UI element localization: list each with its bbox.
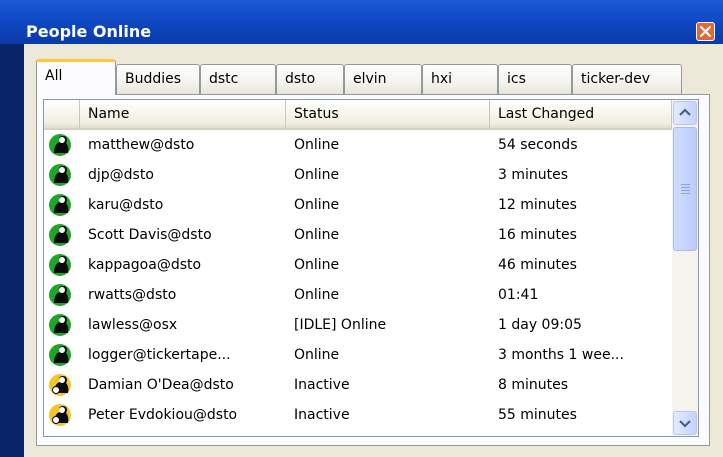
tab-label: Buddies bbox=[125, 71, 182, 87]
cell-last-changed: 12 minutes bbox=[498, 197, 577, 213]
table-row[interactable]: karu@dsto Online 12 minutes bbox=[44, 190, 672, 220]
table-row[interactable]: djp@dsto Online 3 minutes bbox=[44, 160, 672, 190]
table-row[interactable]: logger@tickertape... Online 3 months 1 w… bbox=[44, 340, 672, 370]
column-header-status[interactable]: Status bbox=[286, 100, 490, 128]
cell-name: djp@dsto bbox=[88, 167, 154, 183]
online-person-icon bbox=[49, 344, 71, 366]
window-title: People Online bbox=[26, 22, 152, 41]
title-bar[interactable]: People Online bbox=[0, 0, 723, 44]
list-header: Name Status Last Changed bbox=[44, 100, 672, 130]
online-person-icon bbox=[49, 314, 71, 336]
tab-buddies[interactable]: Buddies bbox=[116, 64, 200, 94]
tab-label: elvin bbox=[353, 71, 387, 87]
cell-name: lawless@osx bbox=[88, 317, 178, 333]
cell-name: Peter Evdokiou@dsto bbox=[88, 407, 238, 423]
table-row[interactable]: Scott Davis@dsto Online 16 minutes bbox=[44, 220, 672, 250]
online-person-icon bbox=[49, 194, 71, 216]
cell-status: Online bbox=[294, 347, 340, 363]
cell-name: kappagoa@dsto bbox=[88, 257, 202, 273]
cell-last-changed: 55 minutes bbox=[498, 407, 577, 423]
cell-last-changed: 16 minutes bbox=[498, 227, 577, 243]
table-row[interactable]: Damian O'Dea@dsto Inactive 8 minutes bbox=[44, 370, 672, 400]
cell-last-changed: 1 day 09:05 bbox=[498, 317, 582, 333]
tab-elvin[interactable]: elvin bbox=[344, 64, 422, 94]
chevron-up-icon bbox=[679, 108, 691, 116]
cell-last-changed: 8 minutes bbox=[498, 377, 569, 393]
cell-status: Online bbox=[294, 167, 340, 183]
tab-label: ics bbox=[507, 71, 526, 87]
close-button[interactable] bbox=[696, 22, 715, 41]
tab-ics[interactable]: ics bbox=[498, 64, 572, 94]
cell-status: Inactive bbox=[294, 407, 350, 423]
cell-name: karu@dsto bbox=[88, 197, 164, 213]
tab-label: hxi bbox=[431, 71, 453, 87]
inactive-person-icon bbox=[49, 374, 71, 396]
column-header-last-changed[interactable]: Last Changed bbox=[490, 100, 672, 128]
people-online-window: People Online All Buddies dstc dsto elvi… bbox=[0, 0, 723, 457]
tab-label: ticker-dev bbox=[581, 71, 650, 87]
scroll-up-button[interactable] bbox=[673, 101, 697, 125]
tab-hxi[interactable]: hxi bbox=[422, 64, 498, 94]
cell-last-changed: 54 seconds bbox=[498, 137, 578, 153]
cell-last-changed: 3 minutes bbox=[498, 167, 569, 183]
inactive-person-icon bbox=[49, 404, 71, 426]
scroll-down-button[interactable] bbox=[673, 411, 697, 435]
cell-status: Online bbox=[294, 227, 340, 243]
online-person-icon bbox=[49, 254, 71, 276]
tab-label: dsto bbox=[285, 71, 316, 87]
cell-last-changed: 01:41 bbox=[498, 287, 539, 303]
cell-name: logger@tickertape... bbox=[88, 347, 231, 363]
online-person-icon bbox=[49, 284, 71, 306]
table-row[interactable]: rwatts@dsto Online 01:41 bbox=[44, 280, 672, 310]
cell-status: Online bbox=[294, 137, 340, 153]
tab-label: All bbox=[45, 68, 63, 84]
cell-status: Online bbox=[294, 197, 340, 213]
table-row[interactable]: lawless@osx [IDLE] Online 1 day 09:05 bbox=[44, 310, 672, 340]
table-row[interactable]: Peter Evdokiou@dsto Inactive 55 minutes bbox=[44, 400, 672, 430]
cell-status: Online bbox=[294, 257, 340, 273]
vertical-scrollbar[interactable] bbox=[672, 100, 698, 436]
cell-status: [IDLE] Online bbox=[294, 317, 387, 333]
window-client-area: All Buddies dstc dsto elvin hxi ics tick… bbox=[24, 44, 723, 457]
cell-status: Online bbox=[294, 287, 340, 303]
close-icon bbox=[700, 26, 711, 37]
tab-all[interactable]: All bbox=[36, 59, 116, 95]
tab-dstc[interactable]: dstc bbox=[200, 64, 276, 94]
list-rows: matthew@dsto Online 54 seconds djp@dsto … bbox=[44, 130, 672, 430]
cell-status: Inactive bbox=[294, 377, 350, 393]
online-person-icon bbox=[49, 164, 71, 186]
table-row[interactable]: matthew@dsto Online 54 seconds bbox=[44, 130, 672, 160]
online-person-icon bbox=[49, 134, 71, 156]
chevron-down-icon bbox=[679, 420, 691, 428]
column-icon-header[interactable] bbox=[44, 100, 80, 128]
column-header-name[interactable]: Name bbox=[80, 100, 286, 128]
tab-ticker-dev[interactable]: ticker-dev bbox=[572, 64, 682, 94]
tab-dsto[interactable]: dsto bbox=[276, 64, 344, 94]
table-row[interactable]: kappagoa@dsto Online 46 minutes bbox=[44, 250, 672, 280]
cell-name: matthew@dsto bbox=[88, 137, 195, 153]
people-list[interactable]: Name Status Last Changed matthew@dsto On… bbox=[43, 99, 699, 437]
cell-last-changed: 46 minutes bbox=[498, 257, 577, 273]
tab-label: dstc bbox=[209, 71, 239, 87]
cell-name: rwatts@dsto bbox=[88, 287, 177, 303]
cell-name: Scott Davis@dsto bbox=[88, 227, 212, 243]
cell-last-changed: 3 months 1 wee... bbox=[498, 347, 624, 363]
online-person-icon bbox=[49, 224, 71, 246]
tab-panel: Name Status Last Changed matthew@dsto On… bbox=[36, 94, 710, 446]
scroll-thumb[interactable] bbox=[673, 127, 697, 251]
cell-name: Damian O'Dea@dsto bbox=[88, 377, 234, 393]
